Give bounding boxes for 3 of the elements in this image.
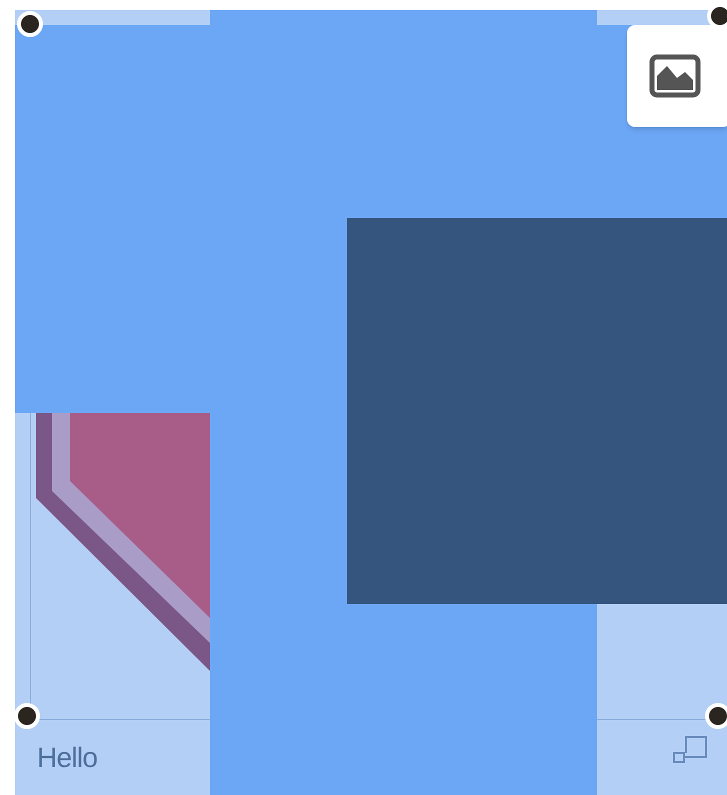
caption-text: Hello <box>37 741 98 775</box>
image-icon <box>649 54 701 98</box>
image-button[interactable] <box>627 25 727 127</box>
